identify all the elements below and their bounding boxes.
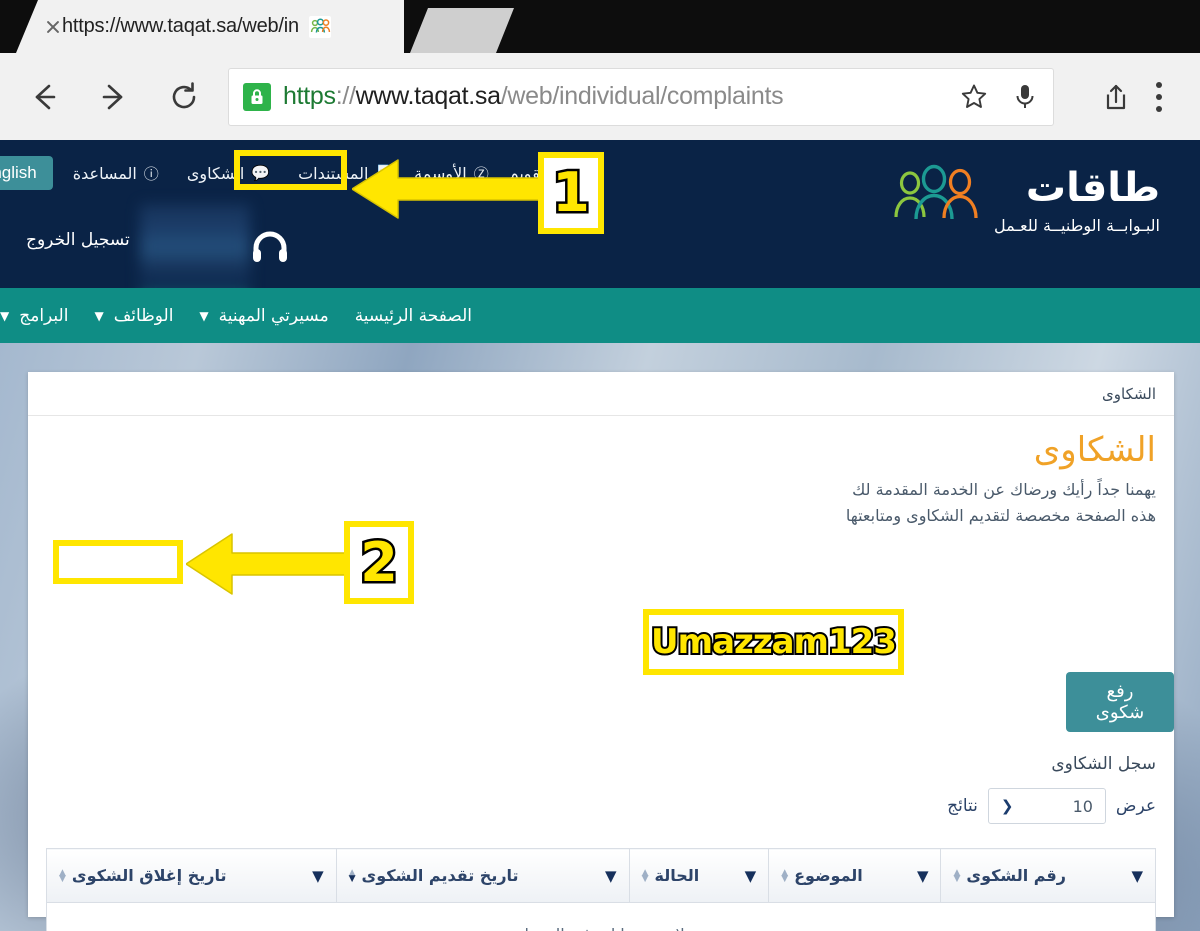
sort-icon[interactable]: ▲ ▼: [59, 868, 66, 883]
utility-nav: 📅 التقويم Ⓩ الأوسمة 📄 المستندات 💬 الشكاو…: [0, 156, 1200, 190]
sort-icon[interactable]: ▲ ▼: [953, 868, 960, 883]
table-header-row: ▼ رقم الشكوى ▲ ▼ ▼ الموضوع ▲ ▼ ▼ الحالة …: [46, 848, 1156, 903]
column-label: الحالة: [654, 866, 700, 885]
column-closing-date[interactable]: ▼ تاريخ إغلاق الشكوى ▲ ▼: [46, 848, 337, 903]
address-bar[interactable]: https://www.taqat.sa/web/individual/comp…: [228, 67, 1054, 126]
sort-icon[interactable]: ▲ ▼: [349, 868, 356, 883]
topnav-label: المستندات: [298, 163, 369, 183]
page-title: الشكاوى: [1033, 430, 1156, 470]
breadcrumb: الشكاوى: [28, 372, 1174, 416]
url-path: /web/individual/complaints: [500, 82, 784, 110]
url-host: www.taqat.sa: [355, 82, 501, 110]
site-header: طاقات البـوابــة الوطنيــة للعـمل 📅 التق…: [0, 140, 1200, 316]
complaints-table: ▼ رقم الشكوى ▲ ▼ ▼ الموضوع ▲ ▼ ▼ الحالة …: [46, 848, 1156, 931]
chevron-down-icon: ▼: [94, 308, 104, 323]
tab-title: https://www.taqat.sa/web/in: [62, 15, 299, 37]
column-status[interactable]: ▼ الحالة ▲ ▼: [628, 848, 770, 903]
records-header: سجل الشكاوى عرض ❯ 10 نتائج: [947, 754, 1156, 824]
forward-arrow-icon[interactable]: [88, 71, 140, 123]
card-body: الشكاوى يهمنا جداً رأيك ورضاك عن الخدمة …: [28, 416, 1174, 529]
topnav-label: الشكاوى: [186, 163, 245, 183]
back-arrow-icon[interactable]: [18, 71, 70, 123]
medal-icon: Ⓩ: [473, 164, 489, 183]
logout-link[interactable]: تسجيل الخروج: [26, 230, 130, 250]
lead-line-1: يهمنا جداً رأيك ورضاك عن الخدمة المقدمة …: [852, 480, 1156, 500]
content-card: الشكاوى الشكاوى يهمنا جداً رأيك ورضاك عن…: [28, 372, 1174, 931]
new-tab-placeholder[interactable]: [410, 8, 514, 53]
filter-icon[interactable]: ▼: [745, 867, 757, 885]
calendar-icon: 📅: [561, 164, 580, 182]
show-label: عرض: [1115, 796, 1156, 816]
page-size-select[interactable]: ❯ 10: [987, 788, 1106, 824]
table-empty-row: لا توجد بيانات في الجدول: [46, 902, 1156, 931]
filter-icon[interactable]: ▼: [605, 867, 617, 885]
browser-tab[interactable]: https://www.taqat.sa/web/in: [16, 0, 404, 53]
records-title: سجل الشكاوى: [1051, 754, 1156, 774]
reload-icon[interactable]: [158, 71, 210, 123]
page-size-value: 10: [1072, 796, 1093, 816]
chevron-down-icon: ▼: [199, 308, 209, 323]
topnav-label: التقويم: [508, 163, 555, 183]
address-bar-url: https://www.taqat.sa/web/individual/comp…: [283, 82, 784, 111]
column-subject[interactable]: ▼ الموضوع ▲ ▼: [768, 848, 942, 903]
nav-label: البرامج: [19, 305, 69, 326]
nav-label: الصفحة الرئيسية: [354, 305, 472, 326]
chevron-down-icon: ❯: [1000, 797, 1014, 815]
topnav-item-badges[interactable]: Ⓩ الأوسمة: [414, 163, 489, 184]
breadcrumb-label: الشكاوى: [1102, 384, 1156, 403]
topnav-label: الأوسمة: [414, 163, 467, 183]
english-language-button[interactable]: English: [0, 156, 53, 190]
topnav-item-documents[interactable]: 📄 المستندات: [298, 164, 394, 183]
filter-icon[interactable]: ▼: [917, 867, 929, 885]
topnav-item-complaints[interactable]: 💬 الشكاوى: [179, 160, 278, 187]
nav-item-career[interactable]: مسيرتي المهنية ▼: [199, 306, 328, 326]
microphone-icon[interactable]: [1011, 82, 1039, 112]
star-icon[interactable]: [959, 82, 989, 112]
close-icon[interactable]: [44, 18, 62, 36]
headset-icon: [248, 226, 292, 274]
submit-complaint-button[interactable]: رفع شكوى: [1066, 672, 1174, 732]
browser-toolbar: https://www.taqat.sa/web/individual/comp…: [0, 53, 1200, 140]
nav-label: الوظائف: [113, 305, 174, 326]
results-word-label: نتائج: [947, 796, 978, 816]
question-circle-icon: ⓘ: [143, 164, 159, 183]
documents-icon: 📄: [375, 164, 395, 182]
url-scheme: https: [283, 82, 336, 110]
nav-item-jobs[interactable]: الوظائف ▼: [94, 306, 173, 326]
main-nav: الصفحة الرئيسية مسيرتي المهنية ▼ الوظائف…: [0, 288, 1200, 343]
column-label: تاريخ تقديم الشكوى: [361, 866, 519, 885]
browser-tabstrip: https://www.taqat.sa/web/in: [0, 0, 1200, 53]
nav-item-programs[interactable]: البرامج ▼: [0, 306, 68, 326]
url-separator: ://: [335, 82, 356, 110]
filter-icon[interactable]: ▼: [1131, 867, 1143, 885]
share-icon[interactable]: [1102, 81, 1130, 113]
column-label: رقم الشكوى: [966, 866, 1066, 885]
taqat-people-favicon: [308, 15, 331, 38]
kebab-menu-icon[interactable]: [1156, 81, 1162, 112]
logo-subtitle: البـوابــة الوطنيــة للعـمل: [994, 216, 1160, 235]
topnav-label: المساعدة: [72, 163, 137, 183]
sort-icon[interactable]: ▲ ▼: [642, 868, 649, 883]
topnav-item-help[interactable]: ⓘ المساعدة: [73, 163, 159, 184]
lock-icon: [243, 82, 271, 111]
topnav-item-calendar[interactable]: 📅 التقويم: [509, 164, 580, 183]
screenshot-root: https://www.taqat.sa/web/in https://www.…: [0, 0, 1200, 931]
chat-icon: 💬: [251, 164, 271, 182]
filter-icon[interactable]: ▼: [312, 867, 324, 885]
column-label: الموضوع: [794, 866, 863, 885]
nav-label: مسيرتي المهنية: [218, 305, 329, 326]
empty-message: لا توجد بيانات في الجدول: [46, 902, 1156, 931]
column-complaint-number[interactable]: ▼ رقم الشكوى ▲ ▼: [940, 848, 1156, 903]
web-page: طاقات البـوابــة الوطنيــة للعـمل 📅 التق…: [0, 140, 1200, 931]
sort-icon[interactable]: ▲ ▼: [781, 868, 788, 883]
column-label: تاريخ إغلاق الشكوى: [71, 866, 227, 885]
nav-item-home[interactable]: الصفحة الرئيسية: [355, 306, 472, 326]
chevron-down-icon: ▼: [0, 308, 10, 323]
column-submission-date[interactable]: ▼ تاريخ تقديم الشكوى ▲ ▼: [335, 848, 630, 903]
lead-line-2: هذه الصفحة مخصصة لتقديم الشكاوى ومتابعته…: [845, 505, 1156, 525]
